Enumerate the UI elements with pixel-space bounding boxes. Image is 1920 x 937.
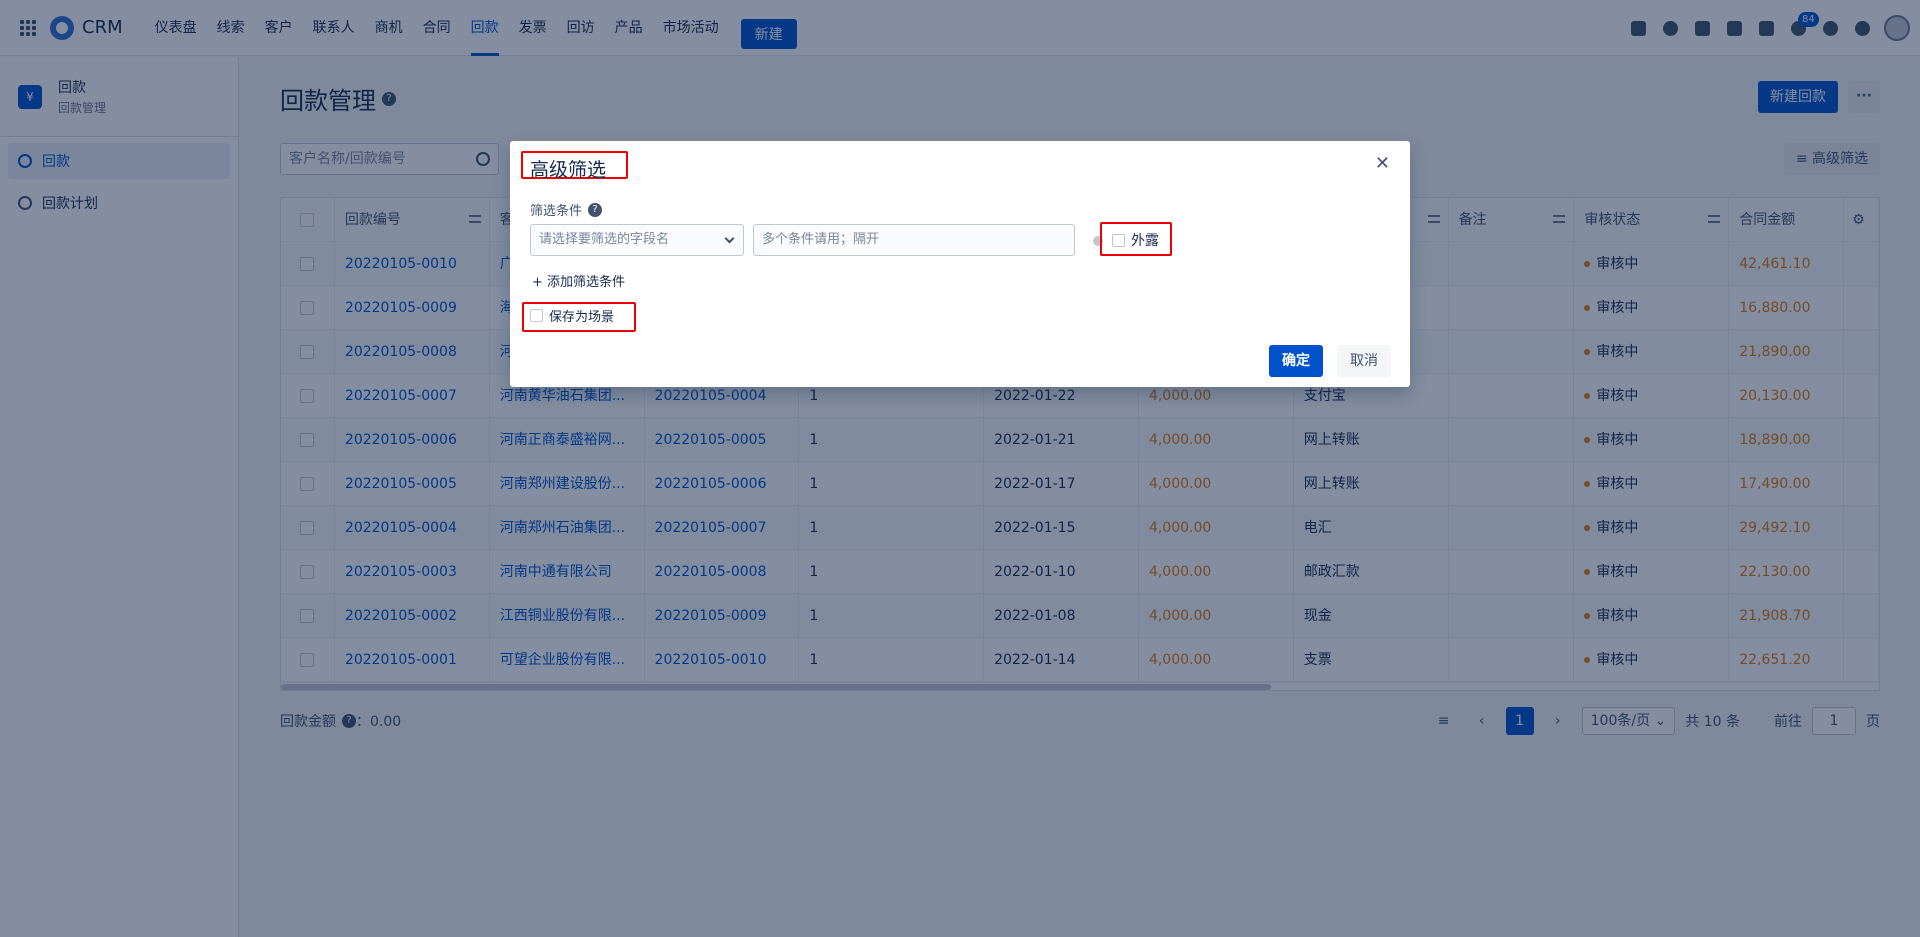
save-scene-checkbox[interactable]: 保存为场景 <box>530 306 614 325</box>
cancel-button[interactable]: 取消 <box>1337 345 1391 377</box>
chevron-down-icon <box>724 233 735 244</box>
field-select[interactable]: 请选择要筛选的字段名 <box>530 224 744 256</box>
question-icon[interactable]: ? <box>588 202 603 217</box>
condition-label: 筛选条件? <box>530 200 603 219</box>
dialog-title: 高级筛选 <box>530 159 607 181</box>
expose-checkbox[interactable]: 外露 <box>1112 230 1159 250</box>
advanced-filter-dialog: 高级筛选 ✕ 筛选条件? 请选择要筛选的字段名 多个条件请用；隔开 外露 + 添… <box>510 141 1410 387</box>
condition-value-input[interactable]: 多个条件请用；隔开 <box>753 224 1075 256</box>
add-condition-link[interactable]: + 添加筛选条件 <box>532 271 625 290</box>
close-icon[interactable]: ✕ <box>1375 153 1390 174</box>
confirm-button[interactable]: 确定 <box>1269 345 1323 377</box>
